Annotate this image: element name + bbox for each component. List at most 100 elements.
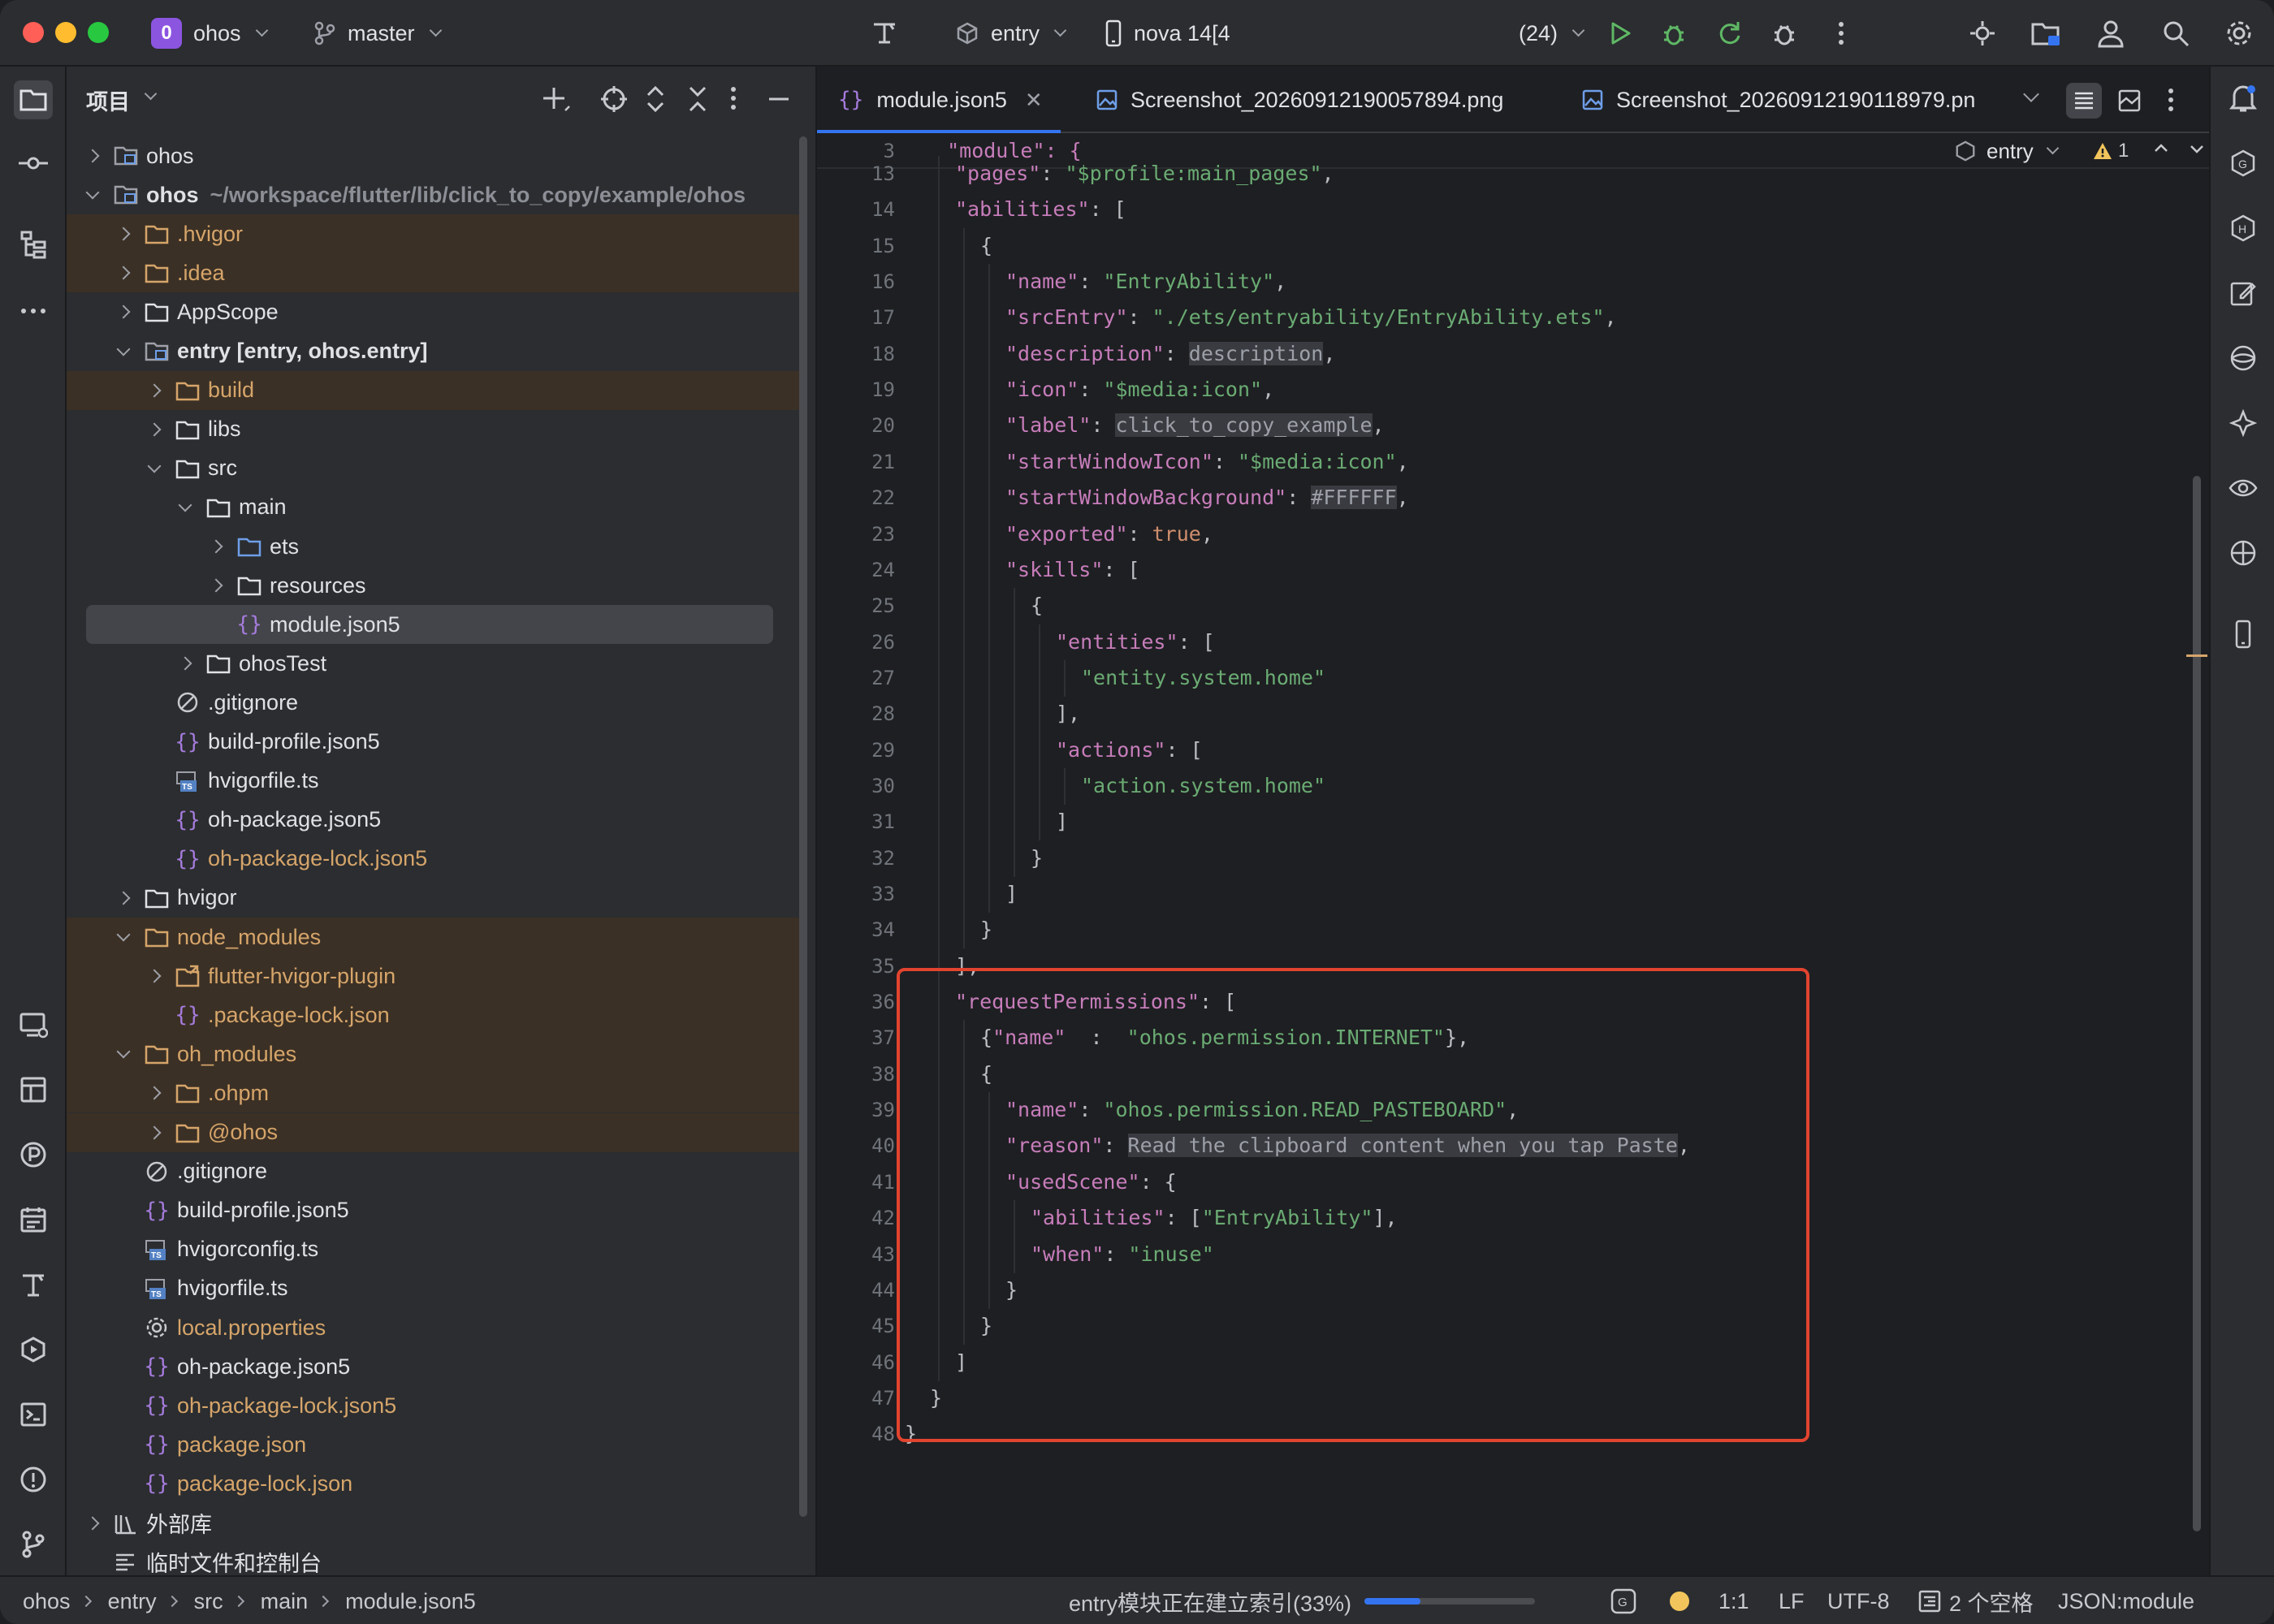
project-switcher[interactable]: 0 ohos (151, 0, 268, 67)
chevron-right-icon[interactable] (209, 539, 223, 554)
chevron-right-icon[interactable] (85, 1516, 100, 1530)
tree-item[interactable]: {} build-profile.json5 (67, 723, 806, 762)
chevron-right-icon[interactable] (178, 656, 192, 671)
tree-scrollbar[interactable] (799, 136, 807, 1517)
more-tools-icon[interactable] (14, 292, 53, 330)
chevron-right-icon[interactable] (147, 1086, 162, 1100)
tree-item[interactable]: {} build-profile.json5 (67, 1191, 806, 1230)
tree-item[interactable]: {} oh-package-lock.json5 (67, 1386, 806, 1425)
edit-note-icon[interactable] (2224, 274, 2263, 313)
breadcrumb-item[interactable]: entry (108, 1589, 157, 1614)
close-window-button[interactable] (23, 22, 44, 43)
tree-item[interactable]: TS hvigorconfig.ts (67, 1230, 806, 1269)
chevron-right-icon[interactable] (85, 149, 100, 163)
debug-icon[interactable] (1657, 16, 1691, 50)
chevron-down-icon[interactable] (147, 459, 162, 473)
tree-item[interactable]: {} package.json (67, 1425, 806, 1464)
tree-item[interactable]: AppScope (67, 292, 806, 331)
harmony-assistant-icon[interactable]: H (2224, 209, 2263, 248)
tree-item[interactable]: {} package-lock.json (67, 1464, 806, 1503)
new-file-icon[interactable] (541, 84, 572, 119)
file-encoding[interactable]: UTF-8 (1827, 1577, 1890, 1624)
cursor-position[interactable]: 1:1 (1718, 1577, 1749, 1624)
codegenie-status-icon[interactable]: G (1610, 1577, 1637, 1624)
editor-options-icon[interactable] (2167, 86, 2175, 118)
ark-inspector-icon[interactable] (2224, 533, 2263, 572)
tree-item[interactable]: ohosTest (67, 644, 806, 683)
problems-icon[interactable] (14, 1460, 53, 1499)
tree-item[interactable]: hvigor (67, 879, 806, 918)
codegenie-icon[interactable]: G (2224, 144, 2263, 183)
code-area[interactable]: "pages": "$profile:main_pages", "abilitie… (895, 133, 2194, 1575)
split-preview-icon[interactable] (2112, 83, 2147, 119)
tree-item[interactable]: ohos (67, 136, 806, 175)
tree-item[interactable]: entry [entry, ohos.entry] (67, 332, 806, 371)
build-tools-icon[interactable] (867, 16, 901, 50)
indexing-status[interactable]: entry模块正在建立索引(33%) (1069, 1577, 1536, 1624)
chevron-right-icon[interactable] (116, 227, 131, 241)
tree-item[interactable]: @ohos (67, 1112, 806, 1152)
hide-panel-icon[interactable] (767, 84, 791, 118)
run-icon[interactable] (1602, 16, 1636, 50)
tree-item[interactable]: .gitignore (67, 1152, 806, 1191)
tree-item[interactable]: flutter-hvigor-plugin (67, 957, 806, 996)
chevron-down-icon[interactable] (85, 185, 100, 200)
chevron-right-icon[interactable] (147, 383, 162, 398)
chevron-down-icon[interactable] (116, 342, 131, 356)
tree-item[interactable]: ohos ~/workspace/flutter/lib/click_to_cop… (67, 175, 806, 214)
minimize-window-button[interactable] (55, 22, 76, 43)
tree-item[interactable]: {} oh-package.json5 (67, 801, 806, 840)
device-api-selector[interactable]: (24) (1519, 0, 1585, 67)
tree-item[interactable]: {} module.json5 (86, 605, 773, 645)
breadcrumb-item[interactable]: module.json5 (345, 1589, 476, 1614)
build-icon[interactable] (14, 1265, 53, 1304)
chevron-right-icon[interactable] (116, 891, 131, 905)
tree-item[interactable]: main (67, 488, 806, 527)
code-with-me-icon[interactable] (1965, 16, 1999, 50)
branch-switcher[interactable]: master (313, 0, 442, 67)
chevron-down-icon[interactable] (144, 87, 158, 101)
expand-all-icon[interactable] (643, 84, 668, 118)
line-separator[interactable]: LF (1779, 1577, 1805, 1624)
tree-item[interactable]: TS hvigorfile.ts (67, 1269, 806, 1308)
tree-item[interactable]: .hvigor (67, 214, 806, 254)
tree-item[interactable]: .ohpm (67, 1073, 806, 1113)
tree-item[interactable]: local.properties (67, 1308, 806, 1347)
tab-list-chevron-icon[interactable] (2021, 86, 2039, 104)
globe-icon[interactable] (2224, 339, 2263, 378)
tab-screenshot-1[interactable]: Screenshot_20260912190057894.png (1096, 67, 1503, 133)
editor-scrollbar[interactable] (2193, 476, 2201, 1531)
structure-icon[interactable] (14, 225, 53, 264)
tree-item[interactable]: {} oh-package-lock.json5 (67, 840, 806, 879)
chevron-down-icon[interactable] (178, 498, 192, 512)
notifications-icon[interactable] (2224, 79, 2263, 118)
locate-file-icon[interactable] (599, 84, 629, 118)
run-config-selector[interactable]: entry (955, 0, 1067, 67)
device-selector[interactable]: nova 14[4 (1105, 0, 1230, 67)
collapse-all-icon[interactable] (685, 84, 710, 118)
tree-item[interactable]: libs (67, 410, 806, 449)
terminal-icon[interactable] (14, 1395, 53, 1434)
tree-item[interactable]: TS hvigorfile.ts (67, 762, 806, 801)
breadcrumb-item[interactable]: src (194, 1589, 223, 1614)
chevron-down-icon[interactable] (116, 1044, 131, 1059)
chevron-right-icon[interactable] (147, 969, 162, 983)
chevron-right-icon[interactable] (116, 304, 131, 319)
tree-item[interactable]: ets (67, 527, 806, 566)
hot-reload-icon[interactable] (1712, 16, 1746, 50)
more-actions-icon[interactable] (1824, 16, 1858, 50)
tab-screenshot-2[interactable]: Screenshot_20260912190118979.pn (1582, 67, 2001, 133)
tree-item[interactable]: build (67, 370, 806, 410)
tree-item[interactable]: oh_modules (67, 1034, 806, 1074)
json-schema[interactable]: JSON:module (2058, 1577, 2194, 1624)
code-view-icon[interactable] (2066, 83, 2102, 119)
todo-icon[interactable] (14, 1200, 53, 1239)
chevron-right-icon[interactable] (209, 578, 223, 593)
settings-gear-icon[interactable] (2222, 16, 2256, 50)
account-icon[interactable] (2094, 16, 2128, 50)
chevron-down-icon[interactable] (116, 927, 131, 942)
tree-item[interactable]: resources (67, 566, 806, 605)
tree-item[interactable]: 外部库 (67, 1504, 806, 1543)
chevron-right-icon[interactable] (116, 266, 131, 280)
ai-star-icon[interactable] (2224, 404, 2263, 443)
